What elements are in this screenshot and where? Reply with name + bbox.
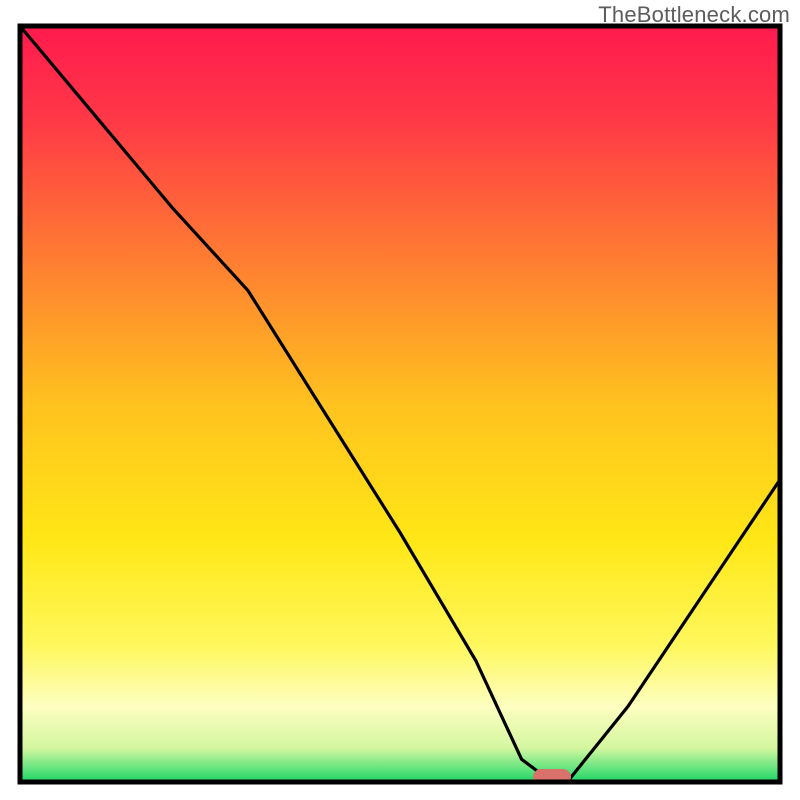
chart-frame: TheBottleneck.com (0, 0, 800, 800)
watermark-text: TheBottleneck.com (598, 2, 790, 28)
bottleneck-chart (0, 0, 800, 800)
gradient-background (20, 26, 780, 782)
plot-area (20, 26, 780, 785)
